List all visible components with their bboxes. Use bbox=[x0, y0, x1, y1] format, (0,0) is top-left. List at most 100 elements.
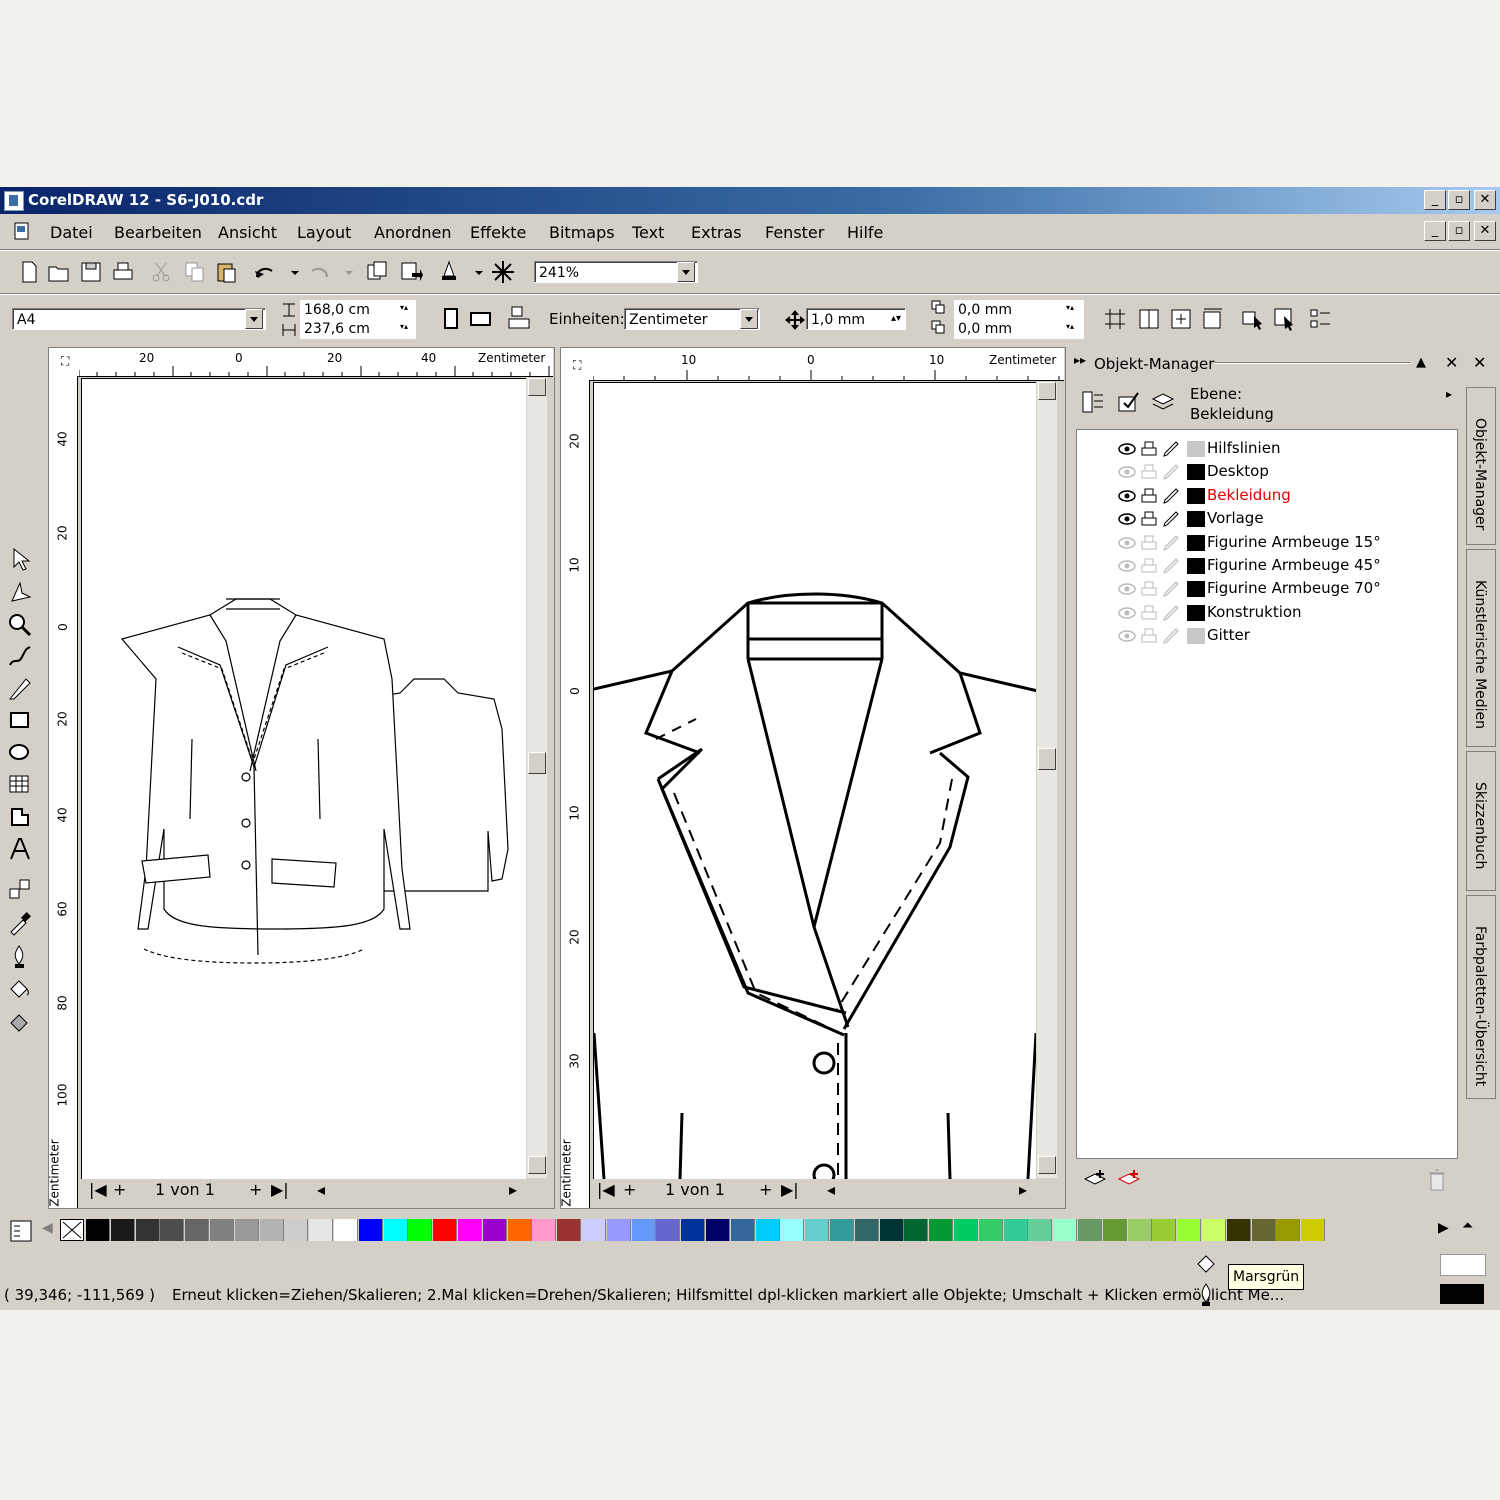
layer-color-swatch[interactable] bbox=[1187, 534, 1205, 551]
last-page-icon[interactable]: ▶| bbox=[781, 1180, 799, 1199]
export-icon[interactable] bbox=[398, 259, 424, 285]
palette-swatch[interactable] bbox=[458, 1219, 482, 1241]
palette-swatch[interactable] bbox=[929, 1219, 954, 1241]
landscape-orientation-icon[interactable] bbox=[468, 306, 494, 332]
eye-icon[interactable] bbox=[1117, 535, 1137, 551]
print-icon[interactable] bbox=[110, 259, 136, 285]
outline-color-indicator[interactable] bbox=[1440, 1284, 1484, 1304]
delete-trash-icon[interactable] bbox=[1424, 1167, 1450, 1193]
import-icon[interactable] bbox=[364, 259, 390, 285]
scroll-right-icon[interactable]: ▸ bbox=[1019, 1180, 1027, 1199]
palette-swatch[interactable] bbox=[854, 1219, 879, 1241]
right-horizontal-ruler[interactable]: ⛶ 10 0 10 Zentimeter bbox=[561, 348, 1064, 381]
palette-swatch[interactable] bbox=[86, 1219, 110, 1241]
layer-color-swatch[interactable] bbox=[1187, 628, 1205, 645]
palette-swatch[interactable] bbox=[507, 1219, 532, 1241]
palette-swatch[interactable] bbox=[358, 1219, 383, 1241]
scroll-thumb[interactable] bbox=[528, 752, 546, 774]
edit-across-layers-toggle-icon[interactable] bbox=[1116, 389, 1142, 415]
palette-swatch[interactable] bbox=[1102, 1219, 1127, 1241]
layer-manager-view-icon[interactable] bbox=[1150, 389, 1176, 415]
page-size-select[interactable]: A4 bbox=[12, 308, 266, 330]
zoom-level-field[interactable]: 241% bbox=[534, 261, 698, 283]
outline-pen-icon[interactable] bbox=[1196, 1282, 1216, 1308]
pencil-icon[interactable] bbox=[1161, 604, 1181, 622]
layer-row[interactable]: Gitter bbox=[1077, 625, 1457, 647]
palette-swatch[interactable] bbox=[160, 1219, 185, 1241]
layer-row[interactable]: Desktop bbox=[1077, 461, 1457, 483]
smart-fill-tool-icon[interactable] bbox=[6, 675, 36, 703]
doc-minimize-button[interactable]: _ bbox=[1424, 221, 1446, 241]
palette-swatch[interactable] bbox=[978, 1219, 1003, 1241]
scroll-up-button[interactable] bbox=[528, 378, 546, 396]
cut-icon[interactable] bbox=[148, 259, 174, 285]
palette-swatch[interactable] bbox=[110, 1219, 135, 1241]
pencil-icon[interactable] bbox=[1161, 487, 1181, 505]
left-drawing-canvas[interactable] bbox=[81, 378, 526, 1179]
dynamic-guides-icon[interactable] bbox=[1200, 306, 1226, 332]
palette-swatch[interactable] bbox=[383, 1219, 408, 1241]
units-dropdown-arrow[interactable] bbox=[740, 309, 758, 329]
palette-swatch[interactable] bbox=[631, 1219, 656, 1241]
pencil-icon[interactable] bbox=[1161, 580, 1181, 598]
application-launcher-icon[interactable] bbox=[436, 259, 462, 285]
text-tool-icon[interactable] bbox=[6, 835, 36, 863]
right-vertical-scrollbar[interactable] bbox=[1037, 382, 1057, 1178]
palette-swatch[interactable] bbox=[433, 1219, 458, 1241]
freehand-tool-icon[interactable] bbox=[6, 643, 36, 671]
layer-color-swatch[interactable] bbox=[1187, 558, 1205, 574]
layer-row[interactable]: Bekleidung bbox=[1077, 485, 1457, 507]
palette-swatch[interactable] bbox=[408, 1219, 433, 1241]
nudge-spinner[interactable]: ▴▾ bbox=[888, 313, 904, 324]
palette-swatch[interactable] bbox=[482, 1219, 507, 1241]
scroll-thumb[interactable] bbox=[1038, 748, 1056, 770]
docker-collapse-icon[interactable]: ▸▸ bbox=[1074, 353, 1086, 367]
left-horizontal-ruler[interactable]: ⛶ 20 0 20 40 Zentimeter bbox=[49, 348, 553, 377]
palette-swatch[interactable] bbox=[234, 1219, 259, 1241]
scroll-down-button[interactable] bbox=[1038, 1156, 1056, 1174]
palette-swatch[interactable] bbox=[1251, 1219, 1276, 1241]
printer-icon[interactable] bbox=[1139, 604, 1159, 622]
layer-color-swatch[interactable] bbox=[1187, 441, 1205, 457]
palette-swatch[interactable] bbox=[185, 1219, 210, 1241]
minimize-button[interactable]: _ bbox=[1424, 190, 1446, 210]
palette-swatch[interactable] bbox=[1053, 1219, 1078, 1241]
object-manager-flyout-icon[interactable]: ▸ bbox=[1446, 387, 1452, 401]
palette-swatch[interactable] bbox=[805, 1219, 830, 1241]
first-page-icon[interactable]: |◀ bbox=[89, 1180, 107, 1199]
docker-grip[interactable] bbox=[1214, 362, 1410, 364]
layer-color-swatch[interactable] bbox=[1187, 581, 1205, 598]
shape-tool-icon[interactable] bbox=[6, 579, 36, 607]
new-document-icon[interactable] bbox=[16, 259, 42, 285]
snap-to-guidelines-icon[interactable] bbox=[1136, 306, 1162, 332]
ellipse-tool-icon[interactable] bbox=[6, 739, 36, 767]
snap-to-grid-icon[interactable] bbox=[1102, 306, 1128, 332]
palette-swatch[interactable] bbox=[210, 1219, 234, 1241]
palette-swatch[interactable] bbox=[730, 1219, 755, 1241]
printer-icon[interactable] bbox=[1139, 580, 1159, 598]
palette-scroll-left-icon[interactable]: ◀ bbox=[42, 1220, 53, 1236]
right-vertical-ruler[interactable]: 20 10 0 10 20 30 Zentimeter bbox=[560, 380, 590, 1208]
menu-bitmaps[interactable]: Bitmaps bbox=[549, 223, 615, 242]
edit-across-layers-icon[interactable] bbox=[1272, 306, 1298, 332]
palette-swatch[interactable] bbox=[1028, 1219, 1053, 1241]
eyedropper-tool-icon[interactable] bbox=[6, 909, 36, 937]
palette-swatch[interactable] bbox=[1202, 1219, 1226, 1241]
eye-icon[interactable] bbox=[1117, 464, 1137, 480]
width-spinner[interactable]: ▾▴ bbox=[396, 302, 412, 313]
docker-tab-objekt-manager[interactable]: Objekt-Manager bbox=[1466, 387, 1496, 545]
menu-layout[interactable]: Layout bbox=[297, 223, 351, 242]
palette-swatch[interactable] bbox=[309, 1219, 334, 1241]
palette-swatch[interactable] bbox=[1301, 1219, 1326, 1241]
new-master-layer-icon[interactable] bbox=[1116, 1167, 1142, 1193]
page-size-dropdown-arrow[interactable] bbox=[245, 309, 263, 329]
left-vertical-ruler[interactable]: 40 20 0 20 40 60 80 100 Zentimeter bbox=[48, 376, 78, 1208]
zoom-dropdown-arrow[interactable] bbox=[677, 262, 695, 282]
fill-tool-icon[interactable] bbox=[6, 975, 36, 1003]
palette-swatch[interactable] bbox=[1003, 1219, 1028, 1241]
right-drawing-canvas[interactable] bbox=[592, 382, 1039, 1187]
palette-swatch[interactable] bbox=[582, 1219, 606, 1241]
scroll-down-button[interactable] bbox=[528, 1156, 546, 1174]
doc-close-button[interactable]: ✕ bbox=[1474, 221, 1496, 241]
palette-swatch[interactable] bbox=[1226, 1219, 1251, 1241]
